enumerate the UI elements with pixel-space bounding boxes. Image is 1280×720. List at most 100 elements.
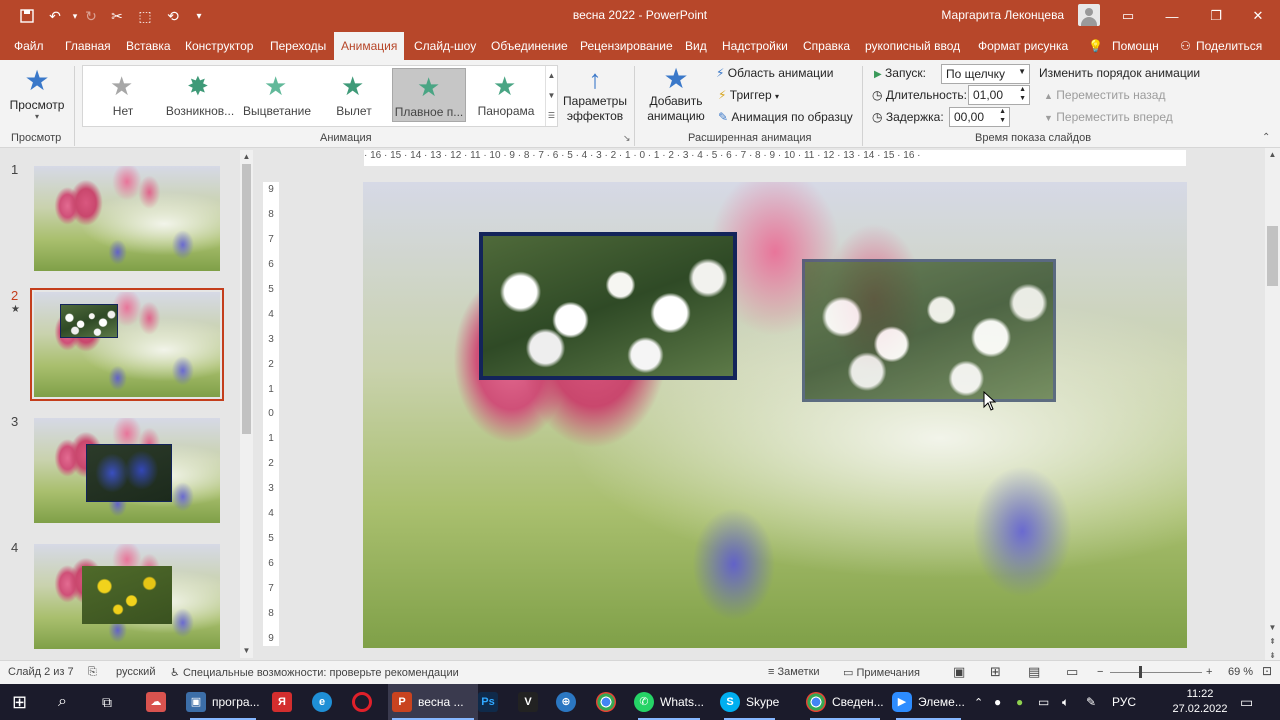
spinner-icon[interactable]: ▲ ▼	[1019, 85, 1026, 103]
avatar[interactable]	[1078, 4, 1100, 26]
scrollbar-thumb[interactable]	[242, 164, 251, 434]
anim-none[interactable]: ★ Нет	[86, 68, 160, 122]
zoom-slider[interactable]	[1110, 672, 1202, 673]
previous-slide-icon[interactable]: ⇞	[1265, 637, 1280, 646]
tray-app-icon[interactable]: ●	[1016, 684, 1023, 720]
zoom-out-icon[interactable]: −	[1097, 666, 1103, 678]
cut-icon[interactable]: ✂	[104, 0, 130, 32]
tab-insert[interactable]: Вставка	[126, 32, 171, 60]
gallery-more-icon[interactable]: ☰	[546, 106, 557, 126]
scrollbar-thumb[interactable]	[1267, 226, 1278, 286]
slide-thumbnail-4[interactable]	[34, 544, 220, 649]
delay-field[interactable]: 00,00 ▲ ▼	[949, 107, 1010, 127]
slide-scrollbar[interactable]: ▲ ▼ ⇞ ⇟	[1265, 148, 1280, 660]
anim-appear[interactable]: ✸ Возникнов...	[163, 68, 237, 122]
user-name[interactable]: Маргарита Леконцева	[941, 0, 1064, 30]
move-later-button[interactable]: ▼ Переместить вперед	[1044, 110, 1173, 124]
volume-icon[interactable]: 🔈︎	[1062, 684, 1069, 720]
thumbnails-scrollbar[interactable]: ▲ ▼	[240, 150, 253, 658]
start-select[interactable]: По щелчку ▼	[941, 64, 1030, 84]
slide-thumbnail-2[interactable]	[30, 288, 224, 401]
notifications-icon[interactable]: ▭	[1240, 684, 1253, 720]
photoshop-icon[interactable]: Ps	[478, 684, 504, 720]
customize-toolbar-icon[interactable]: ▾	[186, 0, 212, 32]
collapse-ribbon-icon[interactable]: ⌃	[1262, 132, 1270, 143]
tab-animation[interactable]: Анимация	[334, 32, 405, 60]
taskbar-app-browser[interactable]: Сведен...	[806, 684, 884, 720]
taskbar-app-icon[interactable]: ☁	[146, 684, 172, 720]
chevron-up-icon[interactable]: ▲	[546, 66, 557, 86]
minimize-icon[interactable]: —	[1150, 0, 1194, 32]
anim-float-in[interactable]: ★ Плавное п...	[392, 68, 466, 122]
close-icon[interactable]: ✕	[1236, 0, 1280, 32]
task-view-icon[interactable]: ⧉	[102, 684, 112, 720]
animation-pane-button[interactable]: ⚡ Область анимации	[716, 66, 833, 80]
share-button[interactable]: Поделиться	[1196, 32, 1262, 60]
comments-button[interactable]: ▭ Примечания	[843, 666, 920, 679]
chrome-icon[interactable]	[596, 684, 622, 720]
tab-help[interactable]: Справка	[803, 32, 850, 60]
anim-fade[interactable]: ★ Выцветание	[240, 68, 314, 122]
preview-button[interactable]: ★ Просмотр ▾	[8, 64, 66, 126]
windows-start-icon[interactable]: ⊞	[12, 684, 27, 720]
slide-counter[interactable]: Слайд 2 из 7	[8, 666, 74, 678]
person-icon[interactable]: ⚇	[1180, 32, 1191, 60]
chevron-up-icon[interactable]: ▲	[240, 150, 253, 164]
gallery-scrollbar[interactable]: ▲ ▼ ☰	[545, 66, 557, 126]
lily-picture-2-selected[interactable]	[802, 259, 1056, 402]
tab-slideshow[interactable]: Слайд-шоу	[414, 32, 476, 60]
taskbar-app-powerpoint[interactable]: Pвесна ...	[388, 684, 478, 720]
vegas-icon[interactable]: V	[518, 684, 544, 720]
opera-icon[interactable]	[352, 684, 378, 720]
tab-design[interactable]: Конструктор	[185, 32, 253, 60]
yandex-browser-icon[interactable]: Я	[272, 684, 298, 720]
taskbar-app-program[interactable]: ▣ програ...	[186, 684, 260, 720]
normal-view-icon[interactable]: ▣	[953, 664, 965, 680]
chevron-down-icon[interactable]: ▼	[546, 86, 557, 106]
accessibility-status[interactable]: ♿ Специальные возможности: проверьте рек…	[170, 666, 459, 679]
ribbon-display-icon[interactable]: ▭	[1106, 0, 1150, 32]
chevron-down-icon[interactable]: ▼	[1265, 623, 1280, 632]
tab-review[interactable]: Рецензирование	[580, 32, 673, 60]
dialog-launcher-icon[interactable]: ↘	[623, 133, 631, 144]
format-painter-icon[interactable]: ⟲	[160, 0, 186, 32]
network-icon[interactable]: ▭	[1038, 684, 1049, 720]
tab-home[interactable]: Главная	[65, 32, 111, 60]
tab-merge[interactable]: Объединение	[491, 32, 568, 60]
language-status[interactable]: русский	[116, 666, 155, 678]
next-slide-icon[interactable]: ⇟	[1265, 651, 1280, 660]
chevron-down-icon[interactable]: ▼	[240, 644, 253, 658]
anim-pan[interactable]: ★ Панорама	[469, 68, 543, 122]
chevron-down-icon[interactable]: ▼	[1018, 67, 1026, 76]
tab-ink[interactable]: рукописный ввод	[865, 32, 960, 60]
tray-overflow-icon[interactable]: ⌃	[974, 684, 983, 720]
lily-picture-1[interactable]	[479, 232, 737, 380]
maximize-icon[interactable]: ❐	[1194, 0, 1238, 32]
fit-to-window-icon[interactable]: ⊡	[1262, 664, 1272, 678]
redo-icon[interactable]: ↻	[78, 0, 104, 32]
chevron-up-icon[interactable]: ▲	[1265, 148, 1280, 162]
animation-painter-button[interactable]: ✎ Анимация по образцу	[718, 110, 853, 124]
taskbar-app-elements[interactable]: ▶ Элеме...	[892, 684, 965, 720]
reading-view-icon[interactable]: ▤	[1028, 664, 1040, 680]
slide-thumbnail-1[interactable]	[34, 166, 220, 271]
zoom-in-icon[interactable]: +	[1206, 666, 1212, 678]
search-icon[interactable]: ⌕	[58, 684, 67, 720]
lightbulb-icon[interactable]: 💡	[1088, 32, 1103, 60]
tab-view[interactable]: Вид	[685, 32, 707, 60]
tab-file[interactable]: Файл	[14, 32, 44, 60]
tell-me[interactable]: Помощн	[1112, 32, 1159, 60]
slide-thumbnail-3[interactable]	[34, 418, 220, 523]
tab-transitions[interactable]: Переходы	[270, 32, 326, 60]
slide-canvas[interactable]	[363, 182, 1187, 648]
slideshow-icon[interactable]: ▭	[1066, 664, 1078, 680]
trigger-button[interactable]: ⚡ Триггер ▾	[718, 88, 779, 102]
globe-app-icon[interactable]: ⊕	[556, 684, 582, 720]
spinner-icon[interactable]: ▲ ▼	[999, 107, 1006, 125]
notes-button[interactable]: ≡ Заметки	[768, 666, 820, 678]
tray-app-icon[interactable]: ●	[994, 684, 1001, 720]
taskbar-app-skype[interactable]: S Skype	[720, 684, 779, 720]
edge-icon[interactable]: e	[312, 684, 338, 720]
select-icon[interactable]: ⬚	[132, 0, 158, 32]
add-animation-button[interactable]: ★ Добавить анимацию	[640, 64, 712, 128]
